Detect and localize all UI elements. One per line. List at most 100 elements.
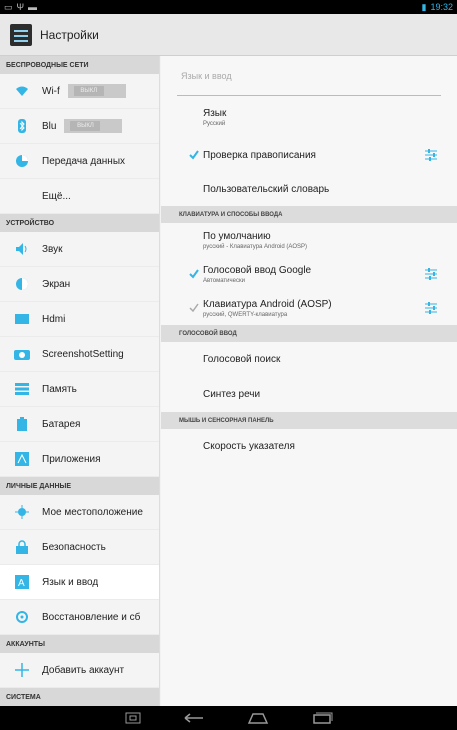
settings-sliders-icon[interactable]: [425, 302, 437, 314]
sidebar-item-data-usage[interactable]: Передача данных: [0, 144, 159, 179]
toggle-label: ВЫКЛ: [73, 86, 104, 96]
aosp-keyboard-title: Клавиатура Android (AOSP): [203, 298, 332, 310]
back-icon[interactable]: [183, 712, 205, 724]
sidebar-item-label: Blu: [42, 120, 57, 132]
wifi-toggle[interactable]: ВЫКЛ: [67, 84, 126, 98]
status-icons-right: ▮ 19:32: [422, 2, 453, 13]
aosp-keyboard-subtitle: русский, QWERTY-клавиатура: [203, 311, 288, 318]
sidebar-item-screenshot[interactable]: ScreenshotSetting: [0, 337, 159, 372]
language-title: Язык: [203, 107, 227, 119]
user-dictionary-row[interactable]: Пользовательский словарь: [161, 172, 457, 206]
status-bar: ▭ Ψ ▬ ▮ 19:32: [0, 0, 457, 14]
sidebar-item-label: ScreenshotSetting: [42, 348, 124, 360]
checkbox-icon[interactable]: [189, 303, 199, 313]
sidebar-item-language[interactable]: A Язык и ввод: [0, 565, 159, 600]
recent-apps-icon[interactable]: [311, 712, 333, 724]
sidebar-item-display[interactable]: Экран: [0, 267, 159, 302]
battery-icon: ▮: [421, 1, 427, 12]
google-voice-title: Голосовой ввод Google: [203, 264, 312, 276]
sidebar-item-sound[interactable]: Звук: [0, 232, 159, 267]
section-header-personal: ЛИЧНЫЕ ДАННЫЕ: [0, 477, 159, 495]
storage-icon: [14, 381, 30, 397]
sidebar-item-security[interactable]: Безопасность: [0, 530, 159, 565]
camera-icon: [14, 346, 30, 362]
sidebar-item-label: Безопасность: [42, 541, 106, 553]
sidebar-item-backup[interactable]: Восстановление и сб: [0, 600, 159, 635]
page-title: Язык и ввод: [177, 56, 441, 96]
apps-icon: [14, 451, 30, 467]
lock-icon: [14, 539, 30, 555]
sidebar-item-label: Восстановление и сб: [42, 611, 141, 623]
checkbox-icon[interactable]: [189, 269, 199, 279]
sidebar-item-add-account[interactable]: Добавить аккаунт: [0, 653, 159, 688]
sidebar-item-label: Приложения: [42, 453, 101, 465]
language-icon: A: [14, 574, 30, 590]
settings-sliders-icon[interactable]: [425, 149, 437, 161]
voice-search-row[interactable]: Голосовой поиск: [161, 342, 457, 377]
language-subtitle: Русский: [203, 120, 226, 127]
sidebar-item-hdmi[interactable]: Hdmi: [0, 302, 159, 337]
sidebar-item-label: Wi-f: [42, 85, 60, 97]
google-voice-row[interactable]: Голосовой ввод Google Автоматически: [161, 257, 457, 291]
status-icons-left: ▭ Ψ ▬: [4, 2, 37, 13]
section-header-system: СИСТЕМА: [0, 688, 159, 706]
screenshot-icon[interactable]: [125, 712, 141, 724]
pointer-speed-row[interactable]: Скорость указателя: [161, 429, 457, 464]
bluetooth-icon: [14, 118, 30, 134]
default-keyboard-title: По умолчанию: [203, 230, 271, 242]
sidebar-item-label: Передача данных: [42, 155, 126, 167]
sidebar-item-location[interactable]: Мое местоположение: [0, 495, 159, 530]
checkbox-icon[interactable]: [189, 150, 199, 160]
spellcheck-row[interactable]: Проверка правописания: [161, 138, 457, 172]
clock: 19:32: [430, 2, 453, 12]
usb-icon: Ψ: [16, 1, 25, 12]
sidebar-item-wifi[interactable]: Wi-f ВЫКЛ: [0, 74, 159, 109]
pointer-speed-title: Скорость указателя: [203, 441, 295, 452]
tts-row[interactable]: Синтез речи: [161, 377, 457, 412]
backup-icon: [14, 609, 30, 625]
sidebar-item-label: Ещё...: [42, 190, 71, 202]
sidebar-item-storage[interactable]: Память: [0, 372, 159, 407]
display-icon: [14, 276, 30, 292]
toggle-label: ВЫКЛ: [70, 121, 101, 131]
battery-icon: [14, 416, 30, 432]
section-header-accounts: АККАУНТЫ: [0, 635, 159, 653]
home-icon[interactable]: [247, 712, 269, 724]
settings-sidebar: БЕСПРОВОДНЫЕ СЕТИ Wi-f ВЫКЛ Blu ВЫКЛ Пер…: [0, 56, 160, 706]
sidebar-item-bluetooth[interactable]: Blu ВЫКЛ: [0, 109, 159, 144]
section-header-device: УСТРОЙСТВО: [0, 214, 159, 232]
google-voice-subtitle: Автоматически: [203, 277, 245, 284]
action-bar: Настройки: [0, 14, 457, 56]
language-input-panel: Язык и ввод Язык Русский Проверка правоп…: [161, 56, 457, 706]
plus-icon: [14, 662, 30, 678]
sidebar-item-label: Hdmi: [42, 313, 66, 325]
voice-search-title: Голосовой поиск: [203, 354, 281, 365]
sound-icon: [14, 241, 30, 257]
svg-text:A: A: [18, 578, 25, 589]
sidebar-item-label: Мое местоположение: [42, 506, 143, 518]
sidebar-item-label: Батарея: [42, 418, 81, 430]
blank-icon: [14, 188, 30, 204]
bluetooth-toggle[interactable]: ВЫКЛ: [64, 119, 123, 133]
sidebar-item-apps[interactable]: Приложения: [0, 442, 159, 477]
tts-title: Синтез речи: [203, 389, 261, 400]
user-dictionary-title: Пользовательский словарь: [203, 183, 330, 195]
location-icon: [14, 504, 30, 520]
sidebar-item-battery[interactable]: Батарея: [0, 407, 159, 442]
mouse-section-header: МЫШЬ И СЕНСОРНАЯ ПАНЕЛЬ: [161, 412, 457, 429]
hdmi-icon: [14, 311, 30, 327]
language-row[interactable]: Язык Русский: [161, 96, 457, 138]
aosp-keyboard-row[interactable]: Клавиатура Android (AOSP) русский, QWERT…: [161, 291, 457, 325]
notification-icon: ▬: [28, 1, 38, 12]
navigation-bar: [0, 706, 457, 730]
keyboard-section-header: КЛАВИАТУРА И СПОСОБЫ ВВОДА: [161, 206, 457, 223]
default-keyboard-row[interactable]: По умолчанию русский - Клавиатура Androi…: [161, 223, 457, 257]
sidebar-item-more[interactable]: Ещё...: [0, 179, 159, 214]
default-keyboard-subtitle: русский - Клавиатура Android (AOSP): [203, 243, 308, 250]
data-usage-icon: [14, 153, 30, 169]
voice-section-header: ГОЛОСОВОЙ ВВОД: [161, 325, 457, 342]
settings-app-icon[interactable]: [10, 23, 32, 46]
settings-sliders-icon[interactable]: [425, 268, 437, 280]
sidebar-item-label: Звук: [42, 243, 63, 255]
wifi-icon: [14, 83, 30, 99]
